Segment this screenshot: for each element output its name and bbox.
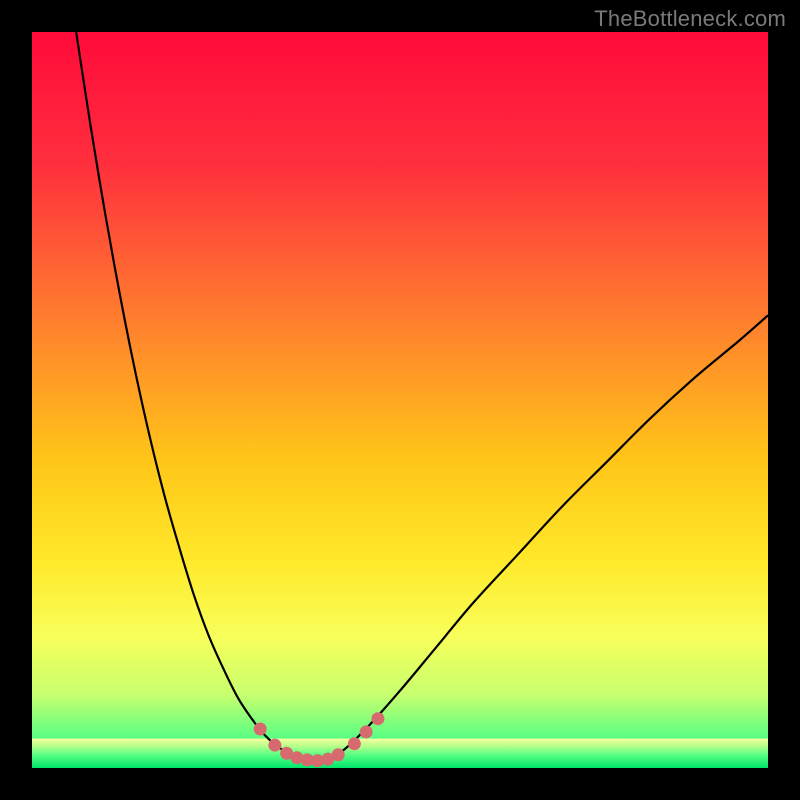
- chart-svg: [32, 32, 768, 768]
- chart-marker: [360, 725, 373, 738]
- chart-marker: [348, 737, 361, 750]
- chart-stage: TheBottleneck.com: [0, 0, 800, 800]
- chart-marker: [268, 739, 281, 752]
- chart-plot-area: [32, 32, 768, 768]
- chart-bottom-band: [32, 739, 768, 768]
- watermark-text: TheBottleneck.com: [594, 6, 786, 32]
- chart-marker: [332, 748, 345, 761]
- chart-marker: [254, 722, 267, 735]
- chart-marker: [371, 712, 384, 725]
